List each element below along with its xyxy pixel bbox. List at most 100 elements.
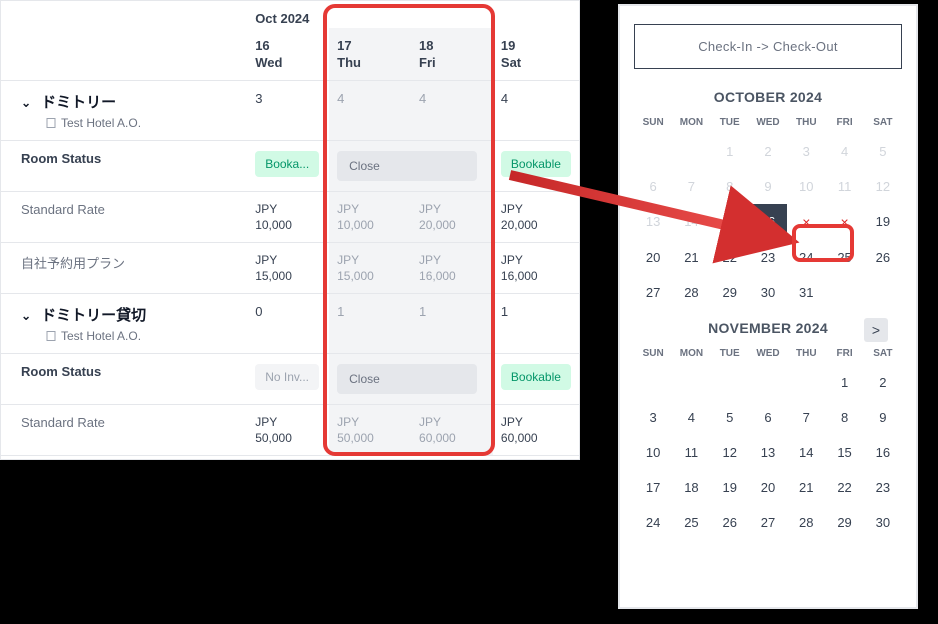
calendar-day: 2 [749, 134, 787, 169]
chevron-down-icon: ⌃ [21, 95, 31, 109]
calendar-day[interactable]: 23 [864, 470, 902, 505]
calendar-day[interactable]: 24 [787, 240, 825, 275]
calendar-day: 9 [749, 169, 787, 204]
calendar-dow: FRI [825, 342, 863, 365]
calendar-day[interactable]: 18 [672, 470, 710, 505]
next-month-button[interactable]: > [864, 318, 888, 342]
rate-cell[interactable]: JPY16,000 [493, 243, 579, 294]
date-header-row: 16Wed17Thu18Fri19Sat [1, 28, 579, 81]
room-type-cell[interactable]: ⌃ドミトリーTest Hotel A.O. [1, 81, 247, 141]
calendar-day[interactable]: 9 [864, 400, 902, 435]
rate-cell[interactable]: JPY50,000 [247, 405, 329, 456]
calendar-day[interactable]: 19 [711, 470, 749, 505]
calendar-day[interactable]: 29 [711, 275, 749, 310]
rate-cell[interactable]: JPY20,000 [493, 192, 579, 243]
calendar-day[interactable]: 17 [634, 470, 672, 505]
calendar-day: 11 [825, 169, 863, 204]
calendar-day[interactable]: 5 [711, 400, 749, 435]
check-in-out-header: Check-In -> Check-Out [634, 24, 902, 69]
calendar-day: 15 [711, 204, 749, 240]
date-header-col: 16Wed [247, 28, 329, 81]
availability-cell[interactable]: 4 [411, 81, 493, 141]
rate-cell[interactable]: JPY16,000 [411, 243, 493, 294]
calendar-day-closed[interactable]: × [825, 204, 863, 240]
rate-cell[interactable]: JPY20,000 [411, 192, 493, 243]
availability-cell[interactable]: 4 [329, 81, 411, 141]
rate-plan-label: Standard Rate [1, 192, 247, 243]
calendar-day[interactable]: 31 [787, 275, 825, 310]
rate-cell[interactable]: JPY10,000 [329, 192, 411, 243]
calendar-day[interactable]: 11 [672, 435, 710, 470]
status-cell-close[interactable]: Close [329, 141, 493, 192]
availability-cell[interactable]: 3 [247, 81, 329, 141]
availability-cell[interactable]: 0 [247, 294, 329, 354]
month-label: Oct 2024 [247, 1, 579, 28]
calendar-day[interactable]: 15 [825, 435, 863, 470]
calendar-day[interactable]: 14 [787, 435, 825, 470]
room-type-cell[interactable]: ⌃ドミトリー貸切Test Hotel A.O. [1, 294, 247, 354]
calendar-day[interactable]: 4 [672, 400, 710, 435]
calendar-dow: THU [787, 111, 825, 134]
calendar-day[interactable]: 28 [672, 275, 710, 310]
calendar-day[interactable]: 21 [672, 240, 710, 275]
rate-cell[interactable]: JPY15,000 [247, 243, 329, 294]
calendar-day[interactable]: 8 [825, 400, 863, 435]
availability-cell[interactable]: 4 [493, 81, 579, 141]
inventory-panel: Oct 2024 16Wed17Thu18Fri19Sat ⌃ドミトリーTest… [0, 0, 580, 460]
date-header-col: 18Fri [411, 28, 493, 81]
calendar-day[interactable]: 21 [787, 470, 825, 505]
calendar-day[interactable]: 30 [749, 275, 787, 310]
calendar-day[interactable]: 25 [672, 505, 710, 540]
availability-cell[interactable]: 1 [329, 294, 411, 354]
calendar-day[interactable]: 27 [634, 275, 672, 310]
calendar-day[interactable]: 22 [825, 470, 863, 505]
calendar-day[interactable]: 20 [749, 470, 787, 505]
calendar-month: NOVEMBER 2024>SUNMONTUEWEDTHUFRISAT 1234… [634, 320, 902, 540]
calendar-day[interactable]: 16 [749, 204, 787, 240]
calendar-day[interactable]: 16 [864, 435, 902, 470]
calendar-day: 10 [787, 169, 825, 204]
calendar-day[interactable]: 26 [864, 240, 902, 275]
calendar-day[interactable]: 30 [864, 505, 902, 540]
rate-cell[interactable]: JPY10,000 [247, 192, 329, 243]
calendar-day[interactable]: 6 [749, 400, 787, 435]
calendar-day[interactable]: 1 [825, 365, 863, 400]
calendar-day[interactable]: 26 [711, 505, 749, 540]
availability-cell[interactable]: 1 [411, 294, 493, 354]
calendar-day-closed[interactable]: × [787, 204, 825, 240]
calendar-dow: SUN [634, 111, 672, 134]
calendar-day[interactable]: 13 [749, 435, 787, 470]
status-cell-close[interactable]: Close [329, 354, 493, 405]
calendar-day[interactable]: 28 [787, 505, 825, 540]
calendar-day[interactable]: 23 [749, 240, 787, 275]
rate-cell[interactable]: JPY60,000 [411, 405, 493, 456]
rate-plan-label: 自社予約用プラン [1, 243, 247, 294]
status-cell[interactable]: Booka... [247, 141, 329, 192]
calendar-day[interactable]: 12 [711, 435, 749, 470]
calendar-dow: MON [672, 111, 710, 134]
calendar-day[interactable]: 7 [787, 400, 825, 435]
calendar-day[interactable]: 20 [634, 240, 672, 275]
status-cell[interactable]: No Inv... [247, 354, 329, 405]
rate-cell[interactable]: JPY50,000 [329, 405, 411, 456]
status-cell[interactable]: Bookable [493, 354, 579, 405]
calendar-day[interactable]: 2 [864, 365, 902, 400]
calendar-day[interactable]: 24 [634, 505, 672, 540]
calendar-dow: SAT [864, 342, 902, 365]
calendar-day[interactable]: 3 [634, 400, 672, 435]
calendar-day[interactable]: 25 [825, 240, 863, 275]
calendar-day[interactable]: 27 [749, 505, 787, 540]
calendar-day[interactable]: 22 [711, 240, 749, 275]
calendar-day[interactable]: 10 [634, 435, 672, 470]
rate-cell[interactable]: JPY15,000 [329, 243, 411, 294]
rate-plan-label: Standard Rate [1, 405, 247, 456]
calendar-day[interactable]: 19 [864, 204, 902, 240]
calendar-day: 6 [634, 169, 672, 204]
calendar-day[interactable]: 29 [825, 505, 863, 540]
rate-cell[interactable]: JPY60,000 [493, 405, 579, 456]
calendar-day: 1 [711, 134, 749, 169]
calendar-day: 7 [672, 169, 710, 204]
availability-cell[interactable]: 1 [493, 294, 579, 354]
room-status-label: Room Status [1, 141, 247, 192]
status-cell[interactable]: Bookable [493, 141, 579, 192]
